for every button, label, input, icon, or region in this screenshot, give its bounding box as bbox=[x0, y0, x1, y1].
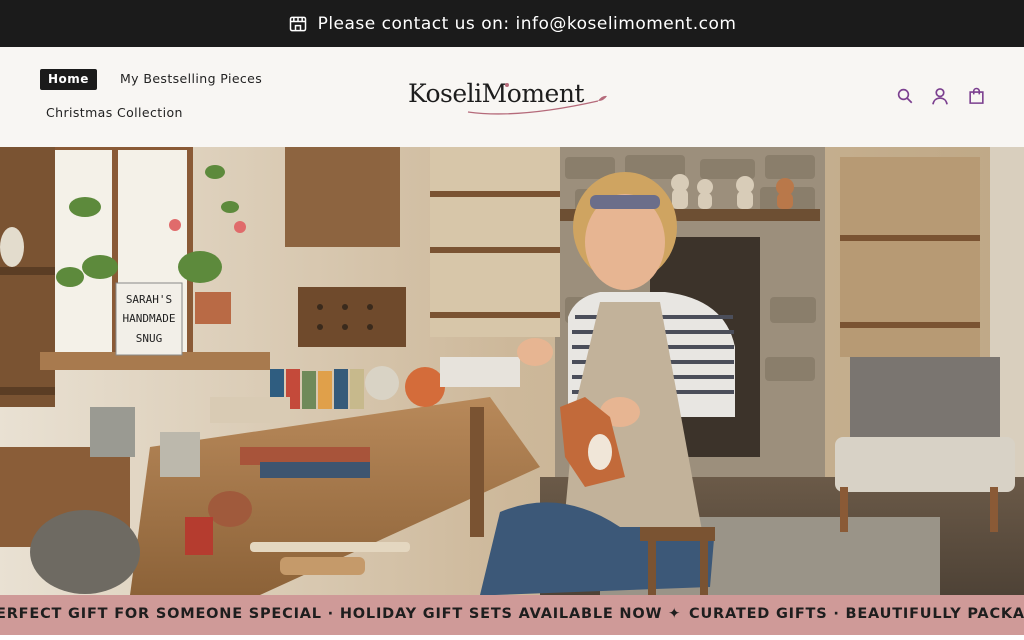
account-icon[interactable] bbox=[929, 85, 951, 107]
announcement-text: Please contact us on: info@koselimoment.… bbox=[317, 13, 737, 34]
site-header: Home My Bestselling Pieces Christmas Col… bbox=[0, 47, 1024, 147]
store-icon bbox=[289, 16, 306, 31]
search-icon[interactable] bbox=[894, 85, 916, 107]
logo-swoosh bbox=[467, 83, 607, 115]
nav-bestselling-link[interactable]: My Bestselling Pieces bbox=[120, 71, 262, 86]
announcement-bar: Please contact us on: info@koselimoment.… bbox=[0, 0, 1024, 47]
nav-home-link[interactable]: Home bbox=[40, 69, 97, 90]
nav-christmas-link[interactable]: Christmas Collection bbox=[46, 105, 183, 120]
page-bottom-edge bbox=[0, 635, 1024, 640]
promo-marquee: ERFECT GIFT FOR SOMEONE SPECIAL · HOLIDA… bbox=[0, 595, 1024, 635]
hero-image: SARAH'S HANDMADE SNUG bbox=[0, 147, 1024, 595]
sign-line-2: HANDMADE bbox=[123, 312, 176, 325]
marquee-text-2: CURATED GIFTS · BEAUTIFULLY PACKAGED bbox=[689, 606, 1024, 622]
sign-line-3: SNUG bbox=[136, 332, 163, 345]
cart-icon[interactable] bbox=[965, 85, 987, 107]
marquee-text-1: ERFECT GIFT FOR SOMEONE SPECIAL · HOLIDA… bbox=[0, 606, 682, 622]
brand-logo[interactable]: KoseliMoment bbox=[408, 79, 618, 119]
sign-line-1: SARAH'S bbox=[126, 293, 172, 306]
hero-illustration: SARAH'S HANDMADE SNUG bbox=[0, 147, 1024, 595]
